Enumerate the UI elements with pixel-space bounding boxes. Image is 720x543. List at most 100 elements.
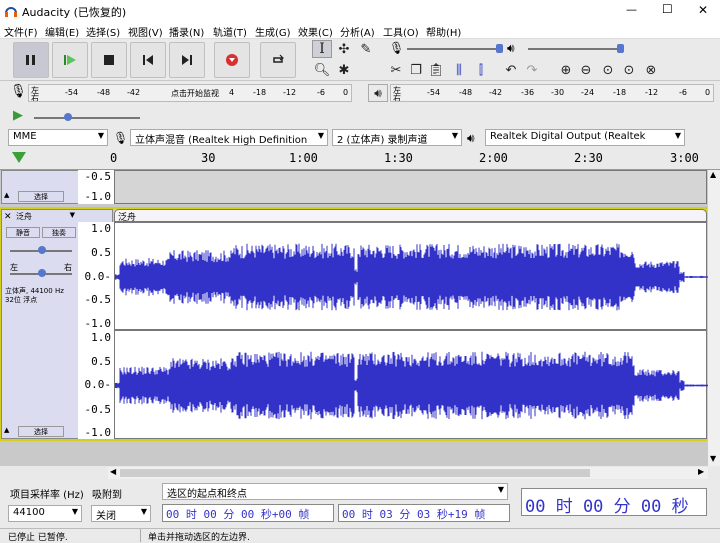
chevron-down-icon: ▼: [674, 131, 681, 140]
play-at-speed-button[interactable]: ▶: [8, 106, 28, 124]
scroll-thumb[interactable]: [120, 469, 590, 477]
chevron-left-icon[interactable]: ◀: [110, 467, 116, 476]
play-meter-tick: -18: [613, 88, 627, 97]
channel1-waveform[interactable]: [114, 222, 708, 330]
multi-tool-icon: ✱: [338, 62, 350, 78]
slider-thumb[interactable]: [38, 269, 46, 277]
selection-mode-select[interactable]: 选区的起点和终点 ▼: [162, 483, 508, 500]
snap-to-value: 关闭: [96, 511, 116, 522]
snap-to-select[interactable]: 关闭 ▼: [91, 505, 151, 522]
play-meter-tick: -54: [427, 88, 441, 97]
input-channels-value: 2 (立体声) 录制声道: [337, 135, 428, 146]
paste-button[interactable]: 📋︎: [426, 61, 446, 79]
selection-toolbar: 项目采样率 (Hz) 吸附到 44100 ▼ 关闭 ▼ 选区的起点和终点 ▼ 00 时…: [0, 480, 720, 528]
timeline-ruler[interactable]: 0 30 1:00 1:30 2:00 2:30 3:00: [0, 148, 720, 170]
select-track-button[interactable]: 选择: [18, 191, 64, 202]
slider-thumb[interactable]: [38, 246, 46, 254]
clip-name-bar[interactable]: 泛舟: [114, 209, 707, 223]
record-volume-slider[interactable]: [407, 44, 503, 53]
skip-start-button[interactable]: [130, 42, 166, 78]
menu-effect[interactable]: 效果(C): [298, 24, 333, 39]
playback-meter-button[interactable]: 🔊︎: [368, 84, 388, 102]
meter-toolbar: 🎙︎ 左 右 -54 -48 -42 点击开始监视 4 -18 -12 -6 0…: [0, 82, 720, 104]
track-name-menu[interactable]: 泛舟 ▼: [16, 211, 76, 223]
menu-bar: 文件(F) 编辑(E) 选择(S) 视图(V) 播录(N) 轨道(T) 生成(G…: [0, 22, 720, 39]
gain-slider[interactable]: [10, 246, 72, 254]
horizontal-scrollbar[interactable]: ◀ ▶: [108, 467, 708, 479]
silence-icon: ⫿: [478, 62, 484, 78]
collapse-button[interactable]: ▲: [4, 191, 16, 202]
chevron-up-icon[interactable]: ▲: [710, 170, 716, 179]
fit-project-button[interactable]: ⊙: [619, 61, 639, 79]
skip-end-button[interactable]: [169, 42, 205, 78]
menu-help[interactable]: 帮助(H): [426, 24, 461, 39]
draw-tool-button[interactable]: ✎: [356, 40, 376, 58]
scale-label: 1.0: [91, 331, 111, 344]
trim-icon: ⫼: [456, 62, 462, 78]
pause-button[interactable]: [13, 42, 49, 78]
chevron-down-icon[interactable]: ▼: [710, 454, 716, 463]
stop-button[interactable]: [91, 42, 127, 78]
slider-thumb[interactable]: [64, 113, 72, 121]
menu-edit[interactable]: 编辑(E): [45, 24, 79, 39]
track-top-waveform[interactable]: [114, 170, 707, 204]
silence-button[interactable]: ⫿: [471, 61, 491, 79]
audio-position-time[interactable]: 00 时 00 分 00 秒: [521, 488, 707, 516]
input-channels-select[interactable]: 2 (立体声) 录制声道 ▼: [332, 129, 462, 146]
project-rate-select[interactable]: 44100 ▼: [8, 505, 82, 522]
redo-button[interactable]: ↷: [522, 61, 542, 79]
menu-analyze[interactable]: 分析(A): [340, 24, 375, 39]
record-button[interactable]: [214, 42, 250, 78]
scale-label: -1.0: [84, 190, 112, 203]
channel2-waveform[interactable]: [114, 330, 708, 439]
record-meter[interactable]: 左 右 -54 -48 -42 点击开始监视 4 -18 -12 -6 0: [28, 84, 352, 102]
collapse-button[interactable]: ▲: [4, 426, 16, 437]
menu-transport[interactable]: 播录(N): [169, 24, 204, 39]
pan-slider[interactable]: [10, 269, 72, 277]
multi-tool-button[interactable]: ✱: [334, 61, 354, 79]
fit-selection-button[interactable]: ⊙: [598, 61, 618, 79]
envelope-tool-button[interactable]: ✣: [334, 40, 354, 58]
menu-select[interactable]: 选择(S): [86, 24, 120, 39]
zoom-in-icon: ⊕: [560, 62, 572, 78]
selection-end-time[interactable]: 00 时 03 分 03 秒+19 帧: [338, 504, 510, 522]
zoom-tool-button[interactable]: 🔍︎: [312, 61, 332, 79]
zoom-in-button[interactable]: ⊕: [556, 61, 576, 79]
playback-meter[interactable]: 左 右 -54 -48 -42 -36 -30 -24 -18 -12 -6 0: [390, 84, 714, 102]
menu-view[interactable]: 视图(V): [128, 24, 163, 39]
vertical-scrollbar[interactable]: ▲ ▼: [708, 170, 720, 466]
track-close-button[interactable]: ✕: [4, 212, 14, 223]
output-device-select[interactable]: Realtek Digital Output (Realtek ▼: [485, 129, 685, 146]
audio-host-select[interactable]: MME ▼: [8, 129, 108, 146]
chevron-right-icon[interactable]: ▶: [698, 467, 704, 476]
select-track-button[interactable]: 选择: [18, 426, 64, 437]
trim-button[interactable]: ⫼: [449, 61, 469, 79]
loop-button[interactable]: [260, 42, 296, 78]
solo-button[interactable]: 独奏: [42, 227, 76, 238]
minimize-button[interactable]: —: [626, 3, 637, 16]
undo-button[interactable]: ↶: [501, 61, 521, 79]
record-meter-tick: -6: [317, 88, 325, 97]
cut-button[interactable]: ✂: [386, 61, 406, 79]
close-button[interactable]: ✕: [698, 3, 708, 17]
menu-tools[interactable]: 工具(O): [383, 24, 419, 39]
pan-right-label: 右: [64, 263, 72, 272]
playback-volume-slider[interactable]: [528, 44, 624, 53]
skip-end-icon: [182, 55, 192, 65]
maximize-button[interactable]: ☐: [662, 2, 673, 16]
play-button[interactable]: [52, 42, 88, 78]
menu-file[interactable]: 文件(F): [4, 24, 38, 39]
speed-slider[interactable]: [34, 113, 140, 121]
selection-tool-button[interactable]: I: [312, 40, 332, 58]
menu-generate[interactable]: 生成(G): [255, 24, 291, 39]
selection-start-time[interactable]: 00 时 00 分 00 秒+00 帧: [162, 504, 334, 522]
input-device-select[interactable]: 立体声混音 (Realtek High Definition ▼: [130, 129, 328, 146]
record-meter-tick: -42: [127, 88, 141, 97]
zoom-toggle-button[interactable]: ⊗: [641, 61, 661, 79]
slider-thumb[interactable]: [617, 44, 624, 53]
zoom-out-button[interactable]: ⊖: [576, 61, 596, 79]
menu-tracks[interactable]: 轨道(T): [213, 24, 247, 39]
slider-thumb[interactable]: [496, 44, 503, 53]
mute-button[interactable]: 静音: [6, 227, 40, 238]
copy-button[interactable]: ❐: [406, 61, 426, 79]
